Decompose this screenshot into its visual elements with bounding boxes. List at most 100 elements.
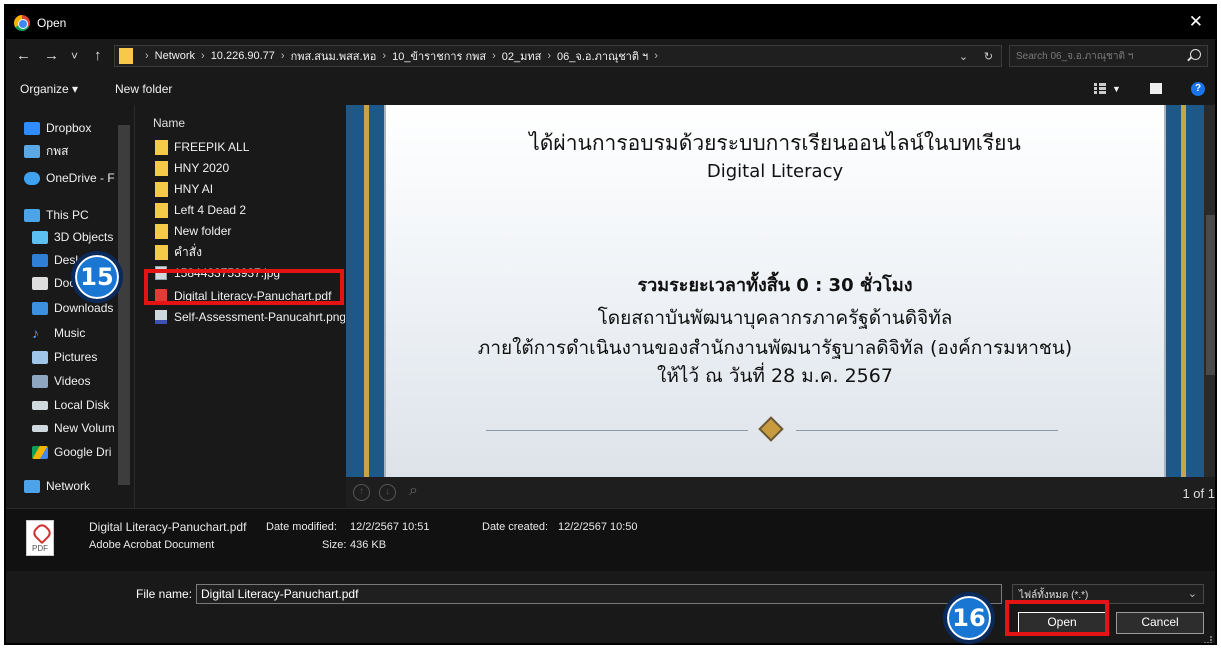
list-item[interactable]: Left 4 Dead 2: [155, 200, 345, 220]
organize-button[interactable]: Organize ▾: [20, 82, 78, 96]
column-header-name[interactable]: Name: [153, 116, 185, 130]
sidebar-item-this-pc[interactable]: This PC: [24, 205, 128, 225]
list-item[interactable]: คำสั่ง: [155, 242, 345, 262]
details-file-type: Adobe Acrobat Document: [89, 539, 215, 551]
navigation-horizontal-scrollbar[interactable]: [6, 493, 134, 508]
sidebar-item-downloads[interactable]: Downloads: [32, 298, 128, 318]
dropbox-icon: [24, 121, 40, 135]
folder-icon: [155, 244, 168, 260]
recent-locations-button[interactable]: ˅: [71, 49, 78, 63]
folder-group-icon: [24, 144, 40, 158]
certificate-border-left: [364, 105, 369, 477]
search-icon[interactable]: [1190, 49, 1201, 60]
chevron-down-icon: ⌄: [1187, 588, 1197, 600]
breadcrumb-network[interactable]: Network: [155, 50, 195, 62]
sidebar-item-dropbox[interactable]: Dropbox: [24, 118, 128, 138]
highlight-pdf-file: [144, 269, 344, 305]
sidebar-item-google-drive[interactable]: Google Dri: [32, 442, 128, 462]
onedrive-icon: [24, 171, 40, 185]
file-name-field[interactable]: [196, 584, 1002, 604]
up-button[interactable]: ↑: [94, 47, 102, 64]
sidebar-item-group-folder[interactable]: กพส: [24, 141, 128, 161]
resize-grip[interactable]: [1204, 636, 1212, 643]
preview-pane: ได้ผ่านการอบรมด้วยระบบการเรียนออนไลน์ในบ…: [346, 105, 1215, 508]
folder-icon: [155, 181, 168, 197]
desktop-icon: [32, 253, 48, 267]
chrome-icon: [14, 14, 30, 31]
sidebar-item-onedrive[interactable]: OneDrive - F: [24, 168, 128, 188]
certificate-divider-right: [796, 430, 1058, 431]
window-title: Open: [37, 15, 67, 30]
breadcrumb-server[interactable]: 10.226.90.77: [211, 50, 275, 62]
videos-icon: [32, 374, 48, 388]
sidebar-item-local-disk[interactable]: Local Disk: [32, 395, 128, 415]
list-item[interactable]: HNY AI: [155, 179, 345, 199]
title-bar: Open ✕: [6, 6, 1215, 39]
change-view-icon[interactable]: [1094, 83, 1106, 94]
list-item[interactable]: HNY 2020: [155, 158, 345, 178]
certificate-border-right: [1181, 105, 1186, 477]
help-icon[interactable]: ?: [1191, 82, 1205, 96]
sidebar-item-music[interactable]: ♪ Music: [32, 323, 128, 343]
certificate-preview: ได้ผ่านการอบรมด้วยระบบการเรียนออนไลน์ในบ…: [346, 105, 1204, 477]
music-icon: ♪: [32, 324, 39, 341]
certificate-duration: รวมระยะเวลาทั้งสิ้น 0 : 30 ชั่วโมง: [637, 275, 913, 296]
pdf-document-icon: PDF: [26, 520, 54, 556]
certificate-line-1: ได้ผ่านการอบรมด้วยระบบการเรียนออนไลน์ในบ…: [529, 131, 1021, 155]
zoom-icon[interactable]: ⌕: [409, 482, 418, 500]
address-bar[interactable]: › Network › 10.226.90.77 › กพส.สนม.พสส.ห…: [114, 45, 1002, 67]
breadcrumb-folder-mts[interactable]: 02_มทส: [502, 47, 542, 65]
sidebar-item-videos[interactable]: Videos: [32, 371, 128, 391]
details-modified-value: 12/2/2567 10:51: [350, 521, 430, 533]
preview-toolbar: ↑ ↓ ⌕ 1 of 1: [346, 477, 1215, 508]
network-icon: [24, 479, 40, 493]
refresh-icon[interactable]: ↻: [984, 50, 993, 63]
certificate-agency: ภายใต้การดำเนินงานของสำนักงานพัฒนารัฐบาล…: [477, 337, 1073, 359]
details-size-label: Size:: [322, 539, 347, 551]
previous-page-icon[interactable]: ↑: [353, 484, 370, 501]
file-name-label: File name:: [136, 587, 193, 601]
local-disk-icon: [32, 400, 48, 410]
navigation-pane: Dropbox กพส OneDrive - F This PC 3D Obje…: [6, 105, 134, 508]
folder-icon: [155, 202, 168, 218]
folder-icon: [155, 160, 168, 176]
new-folder-button[interactable]: New folder: [115, 82, 172, 96]
google-drive-icon: [32, 445, 48, 459]
documents-icon: [32, 276, 48, 290]
list-item[interactable]: New folder: [155, 221, 345, 241]
highlight-open-button: [1005, 600, 1109, 636]
list-item[interactable]: Self-Assessment-Panucahrt.png: [155, 307, 345, 327]
list-item[interactable]: FREEPIK ALL: [155, 137, 345, 157]
address-row: ← → ˅ ↑ › Network › 10.226.90.77 › กพส.ส…: [6, 39, 1215, 73]
png-file-icon: [155, 310, 167, 324]
breadcrumb-share[interactable]: กพส.สนม.พสส.หอ: [291, 47, 377, 65]
details-modified-label: Date modified:: [266, 521, 337, 533]
certificate-course-title: Digital Literacy: [706, 161, 844, 182]
computer-icon: [24, 208, 40, 222]
preview-scrollbar[interactable]: [1204, 105, 1215, 477]
back-button[interactable]: ←: [16, 47, 31, 64]
search-input[interactable]: Search 06_จ.อ.ภาณุชาติ ฯ: [1009, 45, 1208, 67]
certificate-issuer: โดยสถาบันพัฒนาบุคลากรภาครัฐด้านดิจิทัล: [597, 307, 953, 329]
details-pane: PDF Digital Literacy-Panuchart.pdf Date …: [6, 508, 1215, 571]
close-icon[interactable]: ✕: [1189, 12, 1203, 32]
drive-icon: [32, 424, 48, 432]
certificate-divider-left: [486, 430, 748, 431]
breadcrumb-folder-current[interactable]: 06_จ.อ.ภาณุชาติ ฯ: [557, 47, 648, 65]
next-page-icon[interactable]: ↓: [379, 484, 396, 501]
cancel-button[interactable]: Cancel: [1116, 612, 1204, 634]
pictures-icon: [32, 350, 48, 364]
open-file-dialog: Open ✕ ← → ˅ ↑ › Network › 10.226.90.77 …: [4, 4, 1217, 645]
forward-button[interactable]: →: [44, 47, 59, 64]
search-placeholder: Search 06_จ.อ.ภาณุชาติ ฯ: [1016, 51, 1134, 62]
preview-pane-icon[interactable]: [1150, 83, 1162, 94]
preview-scroll-thumb[interactable]: [1206, 215, 1215, 375]
breadcrumb-folder-officials[interactable]: 10_ข้าราชการ กพส: [392, 47, 486, 65]
view-dropdown-icon[interactable]: ▼: [1112, 84, 1121, 94]
downloads-icon: [32, 301, 48, 315]
sidebar-item-new-volume[interactable]: New Volum: [32, 418, 128, 438]
details-size-value: 436 KB: [350, 539, 387, 551]
sidebar-item-pictures[interactable]: Pictures: [32, 347, 128, 367]
sidebar-item-3d-objects[interactable]: 3D Objects: [32, 227, 128, 247]
address-dropdown-icon[interactable]: ⌄: [959, 50, 968, 63]
